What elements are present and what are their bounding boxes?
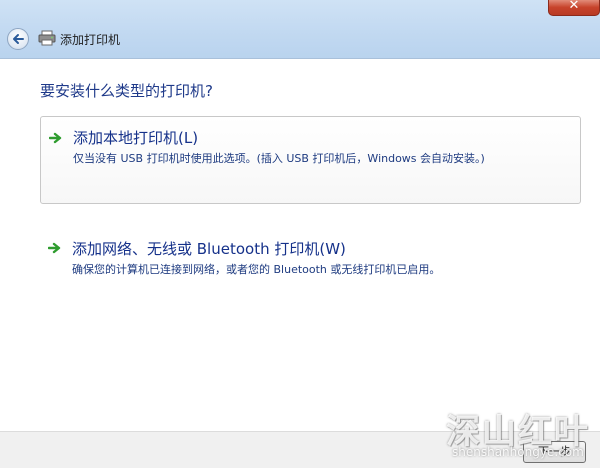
watermark-url: shenshanhongye.com — [452, 445, 584, 459]
back-button[interactable] — [7, 28, 29, 50]
add-local-printer-description: 仅当没有 USB 打印机时使用此选项。(插入 USB 打印机后，Windows … — [73, 152, 485, 165]
add-network-printer-title: 添加网络、无线或 Bluetooth 打印机(W) — [72, 240, 346, 258]
title-bar — [0, 0, 600, 59]
green-arrow-icon — [49, 132, 62, 144]
back-arrow-icon — [13, 34, 24, 44]
printer-icon — [38, 30, 56, 46]
page-heading: 要安装什么类型的打印机? — [40, 82, 213, 100]
add-local-printer-title: 添加本地打印机(L) — [73, 129, 199, 147]
add-network-printer-option[interactable]: 添加网络、无线或 Bluetooth 打印机(W) 确保您的计算机已连接到网络，… — [40, 232, 581, 280]
add-network-printer-description: 确保您的计算机已连接到网络，或者您的 Bluetooth 或无线打印机已启用。 — [72, 263, 441, 276]
green-arrow-icon — [48, 242, 61, 254]
window-title: 添加打印机 — [60, 33, 121, 47]
add-local-printer-option[interactable]: 添加本地打印机(L) 仅当没有 USB 打印机时使用此选项。(插入 USB 打印… — [40, 116, 581, 204]
close-button[interactable]: ✕ — [548, 0, 600, 16]
